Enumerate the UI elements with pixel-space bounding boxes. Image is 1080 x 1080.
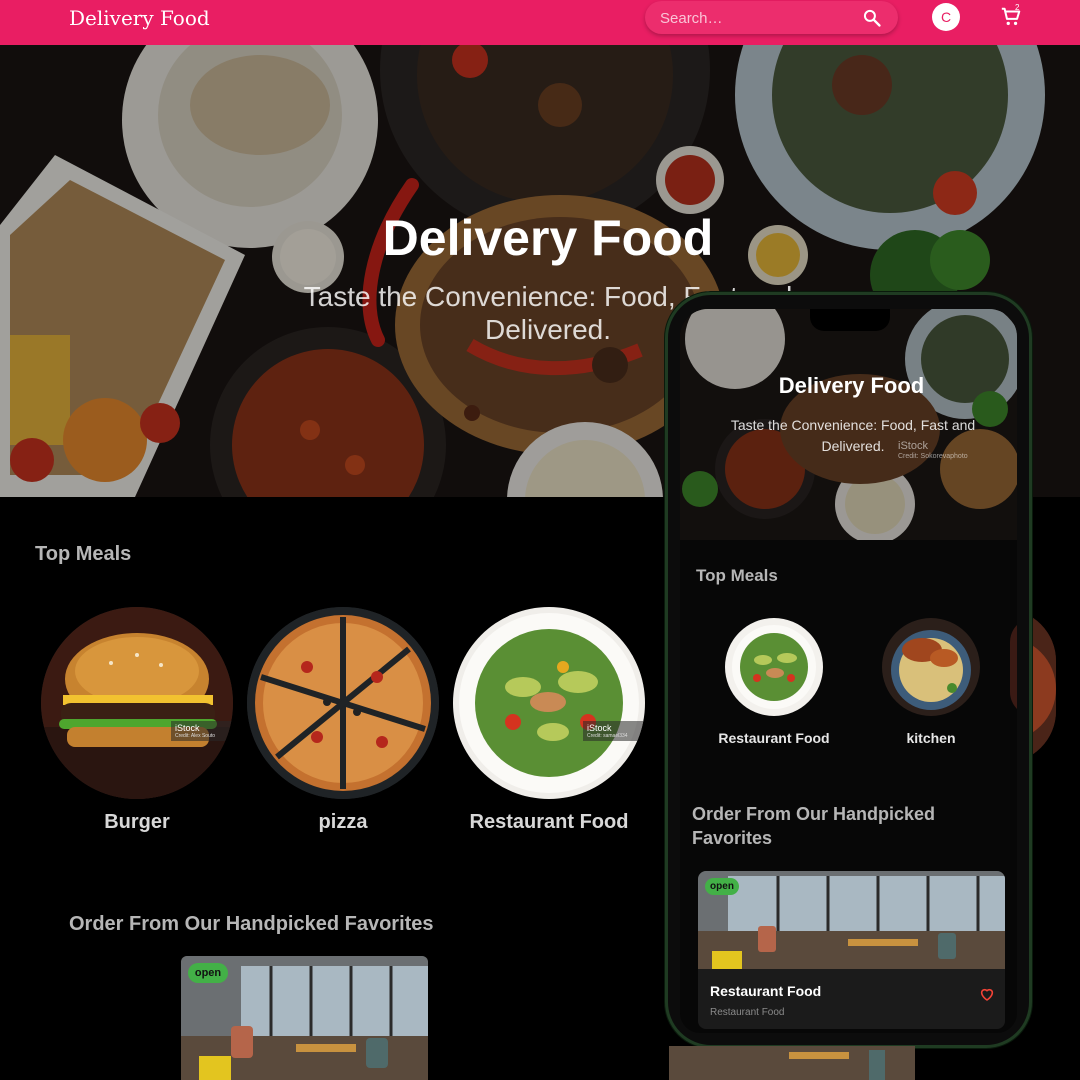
meal-card-burger[interactable]: iStock Credit: Alex Souto Burger — [37, 607, 237, 834]
favorites-title: Order From Our Handpicked Favorites — [69, 913, 434, 935]
phone-top-meals-title: Top Meals — [696, 566, 778, 585]
restaurant-photo — [669, 1046, 915, 1080]
phone-kitchen-image — [882, 618, 980, 716]
search-input[interactable] — [660, 9, 850, 27]
salad-image: iStock Credit: samael334 — [453, 607, 645, 799]
brand-title[interactable]: Delivery Food — [69, 6, 210, 30]
phone-meal-card-partial[interactable] — [1010, 618, 1017, 716]
stock-credit-text: Credit: samael334 — [587, 733, 628, 739]
salad-photo — [453, 607, 645, 799]
open-status-badge: open — [705, 878, 739, 895]
restaurant-category: Restaurant Food — [710, 1007, 785, 1018]
stock-logo: iStock — [898, 440, 928, 452]
burger-photo — [41, 607, 233, 799]
restaurant-card-partial[interactable] — [669, 1046, 915, 1080]
phone-hero-subtitle: Taste the Convenience: Food, Fast and De… — [730, 417, 976, 454]
phone-salad-photo — [725, 618, 823, 716]
pizza-image — [247, 607, 439, 799]
phone-restaurant-photo — [698, 871, 1005, 969]
heart-icon[interactable] — [979, 986, 995, 1002]
top-app-bar: Delivery Food C 2 — [0, 0, 1080, 45]
stock-credit-text: Credit: Sokorevaphoto — [898, 453, 968, 460]
meal-card-pizza[interactable]: pizza — [243, 607, 443, 834]
top-meals-title: Top Meals — [35, 543, 132, 565]
hero-title: Delivery Food — [382, 210, 714, 266]
search-icon[interactable] — [862, 8, 882, 28]
meal-label: pizza — [318, 811, 368, 833]
phone-restaurant-card[interactable]: open Restaurant Food Restaurant Food — [698, 871, 1005, 1029]
meal-card-restaurant-food[interactable]: iStock Credit: samael334 Restaurant Food — [449, 607, 649, 834]
avatar[interactable]: C — [932, 3, 960, 31]
meal-label: Restaurant Food — [469, 811, 629, 833]
phone-hero-banner: Delivery Food Taste the Convenience: Foo… — [680, 309, 1017, 540]
stock-credit-text: Credit: Alex Souto — [175, 733, 216, 739]
meal-label: Burger — [104, 811, 170, 833]
meal-label: Restaurant Food — [718, 730, 830, 746]
meal-label: kitchen — [906, 730, 956, 746]
restaurant-card[interactable]: open — [181, 956, 428, 1080]
phone-screen: Delivery Food Taste the Convenience: Foo… — [680, 309, 1017, 1033]
phone-favorites-title: Order From Our Handpicked Favorites — [692, 804, 936, 848]
search-box[interactable] — [645, 1, 898, 34]
stock-logo: iStock — [175, 723, 200, 733]
phone-hero-title: Delivery Food — [778, 373, 925, 398]
restaurant-name[interactable]: Restaurant Food — [710, 983, 821, 999]
cart-count-badge: 2 — [1015, 3, 1020, 12]
pizza-photo — [247, 607, 439, 799]
stock-credit: iStock Credit: samael334 — [583, 721, 645, 741]
stock-logo: iStock — [587, 723, 612, 733]
phone-meal-card-restaurant-food[interactable]: Restaurant Food — [699, 618, 849, 746]
open-status-badge: open — [188, 963, 228, 983]
burger-image: iStock Credit: Alex Souto — [41, 607, 233, 799]
phone-kitchen-photo — [882, 618, 980, 716]
phone-salad-image — [725, 618, 823, 716]
stock-credit: iStock Credit: Alex Souto — [171, 721, 233, 741]
phone-dynamic-island — [810, 309, 890, 331]
phone-meal-card-kitchen[interactable]: kitchen — [856, 618, 1006, 746]
